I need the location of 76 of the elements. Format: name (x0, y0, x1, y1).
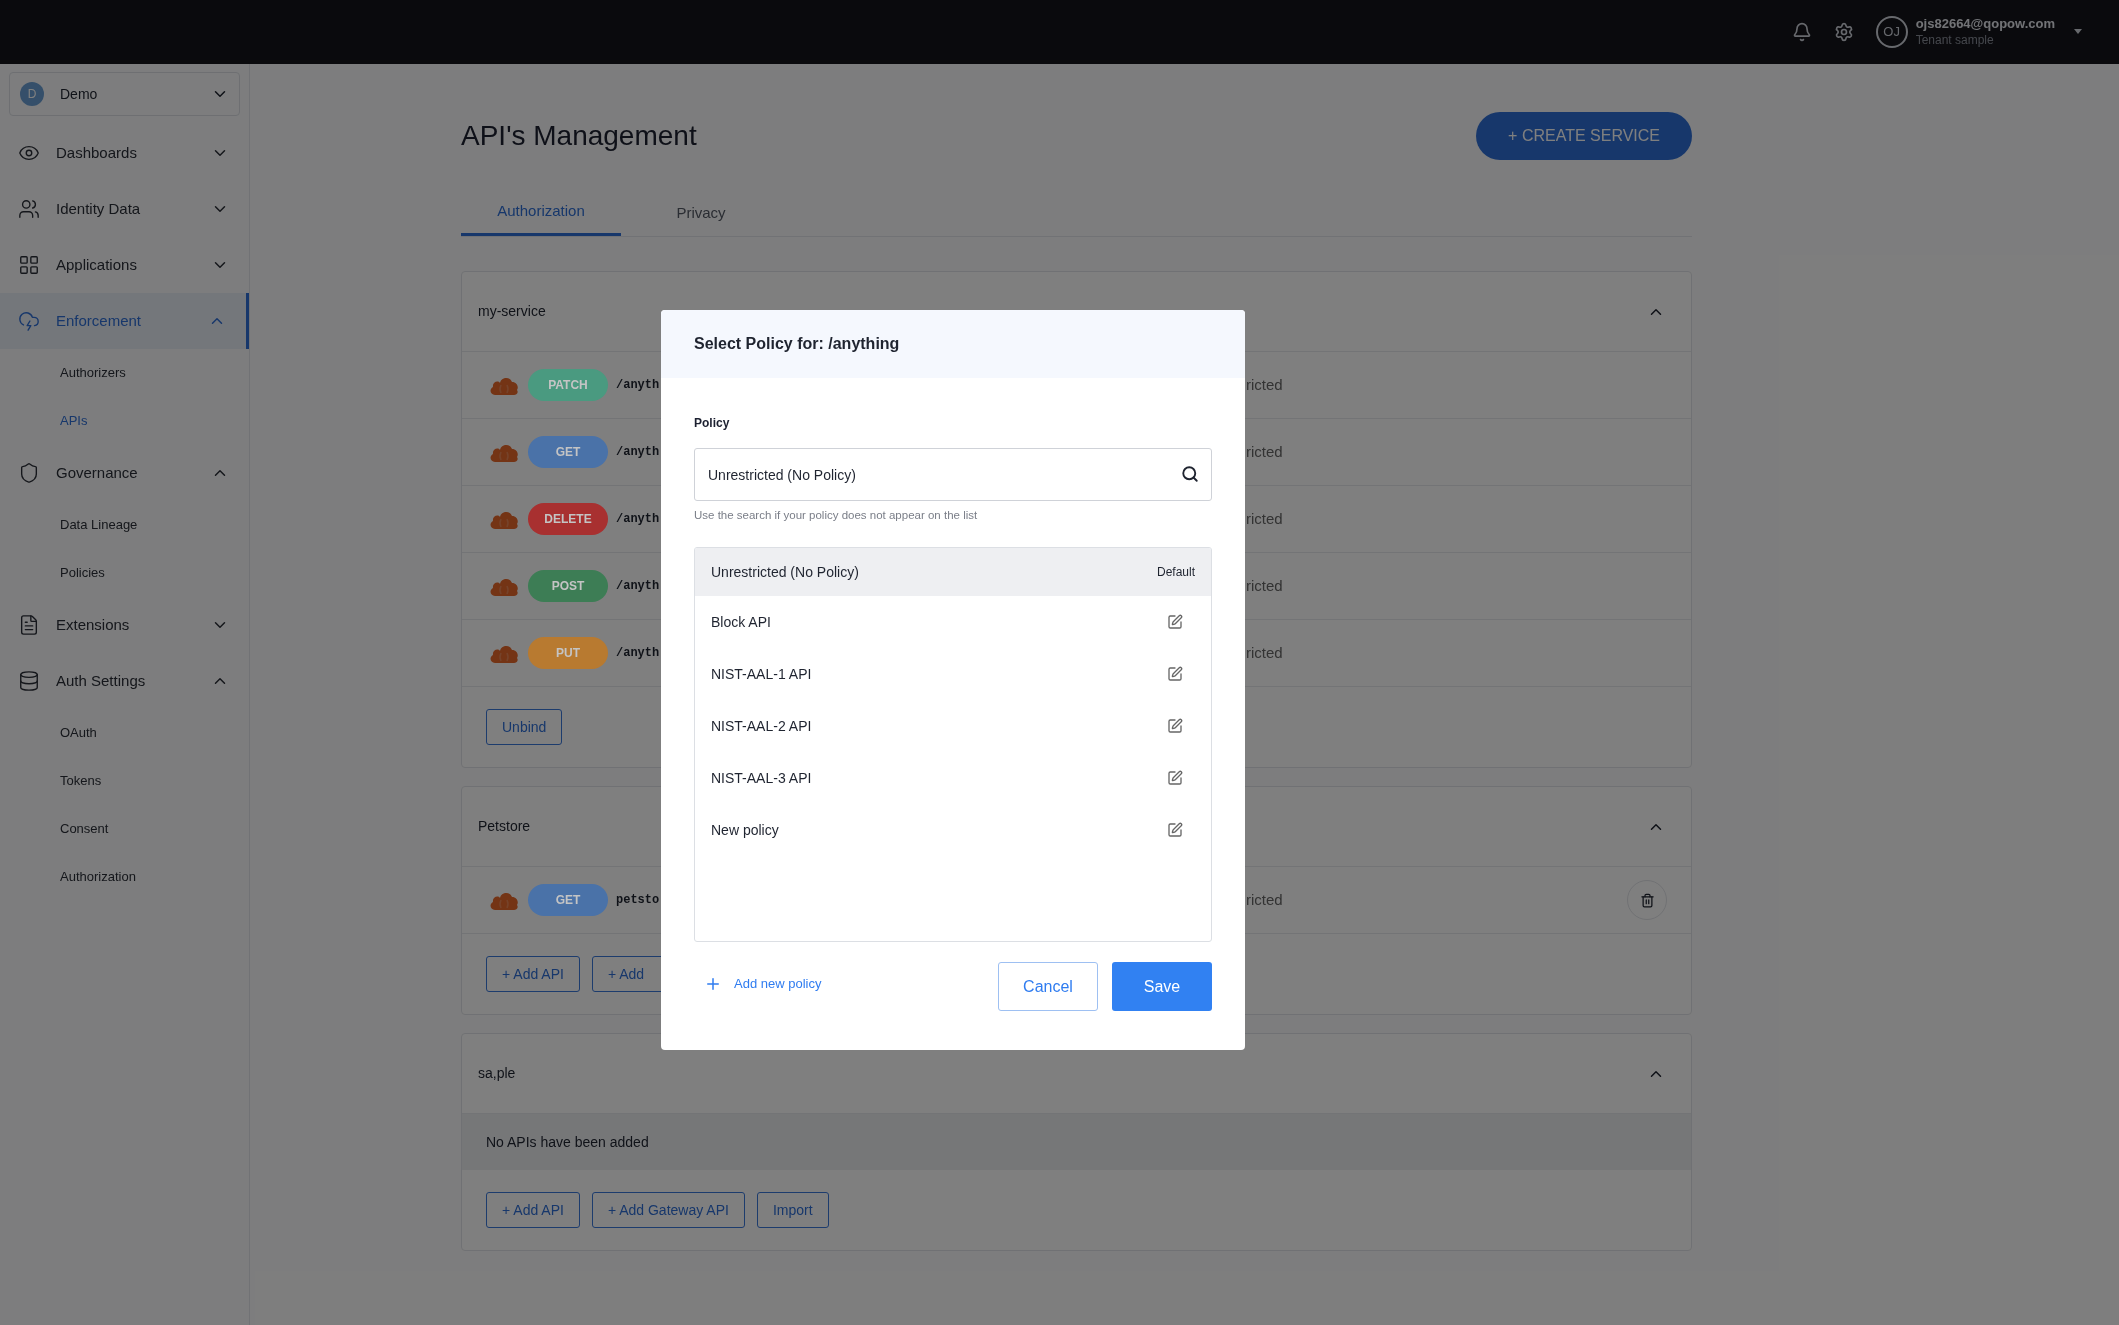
api-path: /anyth (616, 578, 660, 595)
tab[interactable]: Authorization (461, 190, 621, 236)
edit-icon[interactable] (1167, 718, 1183, 735)
field-label: Policy (694, 415, 731, 432)
outline-button[interactable]: + Add API (486, 956, 580, 992)
sidebar-subitem[interactable]: APIs (0, 397, 249, 445)
api-path: /anyth (616, 645, 660, 662)
sidebar-subitem[interactable]: Data Lineage (0, 501, 249, 549)
sidebar-item[interactable]: Extensions (0, 597, 249, 653)
outline-button[interactable]: + Add Gateway API (591, 1192, 745, 1228)
sidebar-item[interactable]: Dashboards (0, 125, 249, 181)
default-tag: Default (1156, 563, 1195, 582)
workspace-name: Demo (60, 84, 99, 104)
users-icon (18, 198, 40, 220)
method-badge: DELETE (528, 503, 608, 535)
sidebar-subitem[interactable]: Tokens (0, 757, 249, 805)
edit-icon[interactable] (1167, 822, 1183, 839)
workspace-select[interactable]: D Demo (9, 72, 240, 116)
tab[interactable]: Privacy (621, 190, 781, 236)
policy-name: ricted (1246, 575, 1283, 596)
method-badge: GET (528, 436, 608, 468)
sidebar-item[interactable]: Auth Settings (0, 653, 249, 709)
api-path: petsto (616, 892, 660, 909)
api-path: /anyth (616, 377, 660, 394)
sidebar-subitem[interactable]: OAuth (0, 709, 249, 757)
save-button[interactable]: Save (1112, 962, 1212, 1012)
policy-name: ricted (1246, 889, 1283, 910)
edit-icon[interactable] (1167, 614, 1183, 631)
sidebar-subitem[interactable]: Authorizers (0, 349, 249, 397)
sidebar-subitem[interactable]: Authorization (0, 853, 249, 901)
policy-option[interactable]: Unrestricted (No Policy) Default (695, 548, 1211, 597)
api-path: /anyth (616, 444, 660, 461)
document-icon (18, 614, 40, 636)
tenant-name: Tenant sample (1915, 32, 1995, 49)
policy-name: ricted (1246, 374, 1283, 395)
grid-icon (18, 254, 40, 276)
edit-icon[interactable] (1167, 770, 1183, 787)
trash-icon (1639, 892, 1655, 908)
page-title: API's Management (461, 119, 697, 153)
search-icon[interactable] (1181, 465, 1199, 483)
empty-message: No APIs have been added (462, 1114, 1691, 1170)
outline-button[interactable]: Unbind (486, 709, 563, 745)
method-badge: PUT (528, 637, 608, 669)
service-name: Petstore (478, 817, 531, 836)
edit-icon[interactable] (1167, 666, 1183, 683)
outline-button[interactable]: + Add API (486, 1192, 580, 1228)
method-badge: POST (528, 570, 608, 602)
sidebar-item[interactable]: Identity Data (0, 181, 249, 237)
notifications-icon[interactable] (1791, 22, 1812, 42)
settings-icon[interactable] (1833, 22, 1854, 42)
user-avatar[interactable]: OJ (1875, 16, 1908, 48)
cancel-button[interactable]: Cancel (998, 962, 1098, 1012)
api-path: /anyth (616, 511, 660, 528)
caret-icon[interactable] (2073, 29, 2083, 35)
dialog-title: Select Policy for: /anything (694, 334, 900, 354)
field-hint: Use the search if your policy does not appear on the list (694, 508, 979, 523)
policy-name: ricted (1246, 642, 1283, 663)
policy-name: ricted (1246, 441, 1283, 462)
method-badge: PATCH (528, 369, 608, 401)
user-email: ojs82664@qopow.com (1915, 15, 2055, 32)
cloud-lightning-icon (18, 310, 40, 332)
shield-icon (18, 462, 40, 484)
method-badge: GET (528, 884, 608, 916)
sidebar-subitem[interactable]: Consent (0, 805, 249, 853)
policy-search-field[interactable]: Unrestricted (No Policy) (694, 448, 1212, 501)
service-name: my-service (478, 302, 546, 321)
outline-button[interactable]: Import (756, 1192, 829, 1228)
workspace-avatar: D (20, 82, 44, 106)
create-service-button[interactable]: + CREATE SERVICE (1476, 112, 1692, 160)
service-name: sa,ple (478, 1064, 516, 1083)
database-icon (18, 670, 40, 692)
sidebar-subitem[interactable]: Policies (0, 549, 249, 597)
sidebar-item[interactable]: Enforcement (0, 293, 249, 349)
sidebar-item[interactable]: Applications (0, 237, 249, 293)
sidebar-item[interactable]: Governance (0, 445, 249, 501)
policy-name: ricted (1246, 508, 1283, 529)
